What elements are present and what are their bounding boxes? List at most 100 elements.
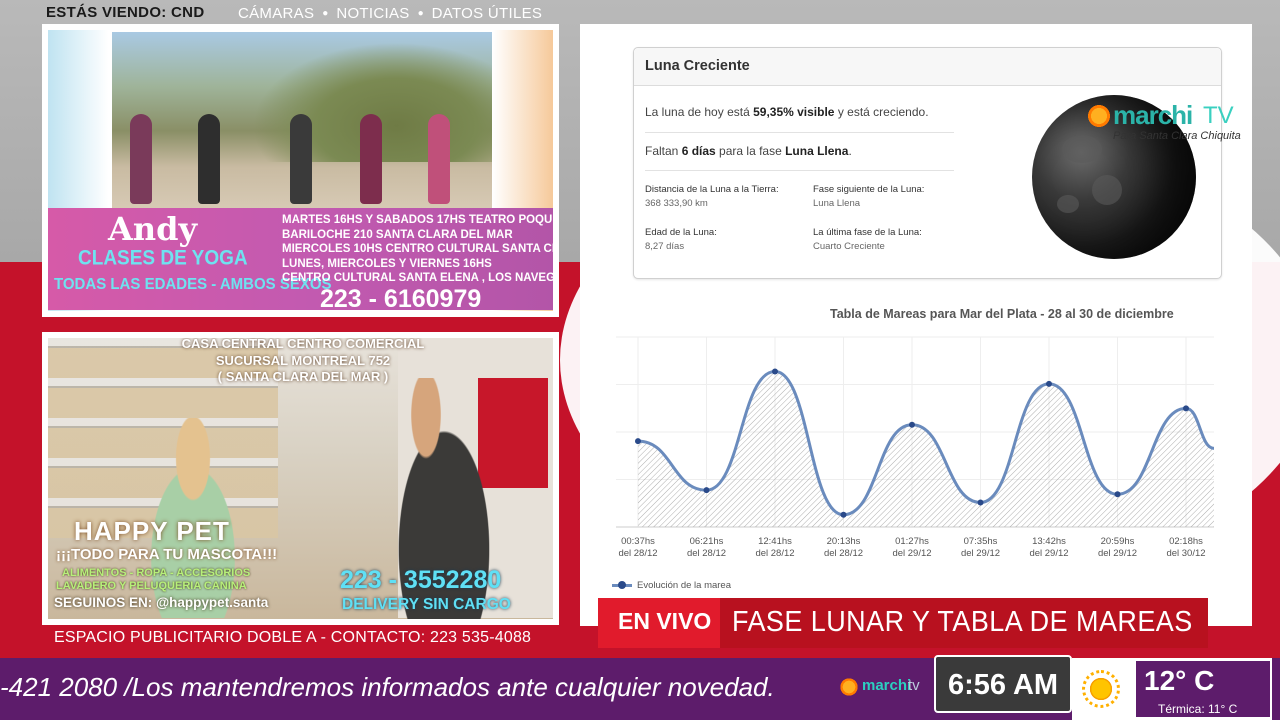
tide-point: [840, 511, 847, 518]
tide-point: [1046, 380, 1052, 387]
header-line: SUCURSAL MONTREAL 752: [215, 352, 391, 368]
schedule-line: LUNES, MIERCOLES Y VIERNES 16HS: [282, 257, 492, 270]
chart-legend[interactable]: Evolución de la marea: [612, 580, 731, 591]
tide-area: [638, 371, 1214, 527]
header-line: CASA CENTRAL CENTRO COMERCIAL: [181, 338, 425, 351]
ad-yoga-class: CLASES DE YOGA: [78, 246, 248, 270]
remaining-days: 6 días: [681, 144, 716, 158]
nav-link-camaras[interactable]: CÁMARAS: [238, 5, 314, 22]
x-tick-label: del 28/12: [687, 548, 726, 559]
ticker-logo-brand: marchi: [862, 677, 912, 694]
ad-yoga-photo: [112, 32, 492, 212]
tide-point: [909, 421, 915, 428]
ad-pet-title: HAPPY PET: [74, 516, 230, 546]
tide-chart: 00:37hsdel 28/1206:21hsdel 28/1212:41hsd…: [616, 336, 1215, 559]
logo-brand: marchi: [1113, 100, 1193, 130]
legend-swatch: [612, 581, 632, 589]
schedule-line: MIERCOLES 10HS CENTRO CULTURAL SANTA CLA…: [282, 243, 553, 255]
divider: [645, 132, 954, 133]
ad-yoga-schedule: MARTES 16HS Y SABADOS 17HS TEATRO POQUEL…: [282, 213, 553, 286]
live-badge: EN VIVO: [598, 598, 720, 648]
tide-point: [635, 438, 641, 445]
x-tick-label: 13:42hs: [1032, 536, 1066, 547]
sun-icon: [1082, 670, 1120, 708]
remaining-phase: Luna Llena: [785, 144, 849, 158]
ad-yoga-content: Andy CLASES DE YOGA TODAS LAS EDADES - A…: [48, 30, 553, 311]
detail-label: Edad de la Luna:: [645, 227, 717, 238]
lower-third-title: FASE LUNAR Y TABLA DE MAREAS: [732, 606, 1193, 638]
weather-panel: 12° C Térmica: 11° C: [1136, 661, 1270, 717]
x-tick-label: del 29/12: [961, 548, 1000, 559]
moon-card-header: Luna Creciente: [634, 48, 1221, 86]
clock: 6:56 AM: [934, 655, 1072, 713]
ad-pet-subtitle: ¡¡¡TODO PARA TU MASCOTA!!!: [56, 546, 278, 563]
ticker-logo-tv: tv: [908, 677, 920, 694]
ad-yoga-phone: 223 - 6160979: [320, 285, 482, 311]
lower-third: EN VIVO FASE LUNAR Y TABLA DE MAREAS: [598, 598, 1208, 648]
x-tick-label: 06:21hs: [690, 536, 724, 547]
nav-links: CÁMARAS ● NOTICIAS ● DATOS ÚTILES: [238, 5, 542, 22]
x-tick-label: del 29/12: [1098, 548, 1137, 559]
logo-tv: TV: [1203, 102, 1234, 129]
x-tick-label: 01:27hs: [895, 536, 929, 547]
tide-point: [1183, 405, 1189, 412]
remaining-suffix: .: [848, 144, 852, 158]
x-tick-label: 02:18hs: [1169, 536, 1203, 547]
ad-pet-header: CASA CENTRAL CENTRO COMERCIAL SUCURSAL M…: [178, 338, 428, 386]
moon-remaining: Faltan 6 días para la fase Luna Llena.: [645, 144, 852, 158]
temperature: 12° C: [1144, 665, 1215, 696]
moon-phase-title: Luna Creciente: [645, 58, 750, 74]
yoga-person: [360, 114, 382, 204]
weather-widget: 12° C Térmica: 11° C: [1072, 658, 1272, 720]
ad-pet-content: CASA CENTRAL CENTRO COMERCIAL SUCURSAL M…: [48, 338, 553, 619]
schedule-line: CENTRO CULTURAL SANTA ELENA , LOS NAVEGA…: [282, 272, 553, 284]
nav-separator: ●: [322, 8, 329, 19]
x-tick-label: 20:59hs: [1101, 536, 1135, 547]
clock-time: 6:56 AM: [947, 669, 1059, 701]
feels-like: Térmica: 11° C: [1158, 702, 1238, 716]
marchi-tv-logo: marchi TV Para Santa Clara Chiquita: [1085, 98, 1241, 148]
detail-value: Cuarto Creciente: [813, 241, 885, 252]
nav-link-noticias[interactable]: NOTICIAS: [336, 5, 409, 22]
now-watching-label: ESTÁS VIENDO: CND: [46, 4, 205, 21]
x-tick-label: del 28/12: [755, 548, 794, 559]
yoga-person: [198, 114, 220, 204]
tide-point: [772, 368, 778, 375]
ad-pet-services: LAVADERO Y PELUQUERIA CANINA: [56, 580, 247, 592]
detail-value: Luna Llena: [813, 198, 861, 209]
top-nav: ESTÁS VIENDO: CND CÁMARAS ● NOTICIAS ● D…: [0, 0, 1280, 26]
x-tick-label: del 29/12: [892, 548, 931, 559]
nav-link-datos-utiles[interactable]: DATOS ÚTILES: [432, 5, 543, 22]
ad-pet-social: SEGUINOS EN: @happypet.santa: [54, 595, 269, 610]
yoga-person: [428, 114, 450, 204]
moon-visibility: La luna de hoy está 59,35% visible y est…: [645, 105, 929, 119]
visibility-value: 59,35% visible: [753, 105, 835, 119]
ad-pet-delivery: DELIVERY SIN CARGO: [342, 596, 511, 613]
detail-value: 368 333,90 km: [645, 198, 708, 209]
ad-yoga-name: Andy: [108, 210, 198, 248]
detail-label: La última fase de la Luna:: [813, 227, 922, 238]
detail-label: Distancia de la Luna a la Tierra:: [645, 184, 779, 195]
sun-logo-icon: [1085, 102, 1113, 130]
x-tick-label: 12:41hs: [758, 536, 792, 547]
ad-yoga: Andy CLASES DE YOGA TODAS LAS EDADES - A…: [42, 24, 559, 317]
x-tick-label: del 28/12: [824, 548, 863, 559]
schedule-line: BARILOCHE 210 SANTA CLARA DEL MAR: [282, 228, 513, 241]
visibility-prefix: La luna de hoy está: [645, 105, 754, 119]
tide-point: [977, 499, 984, 506]
schedule-line: MARTES 16HS Y SABADOS 17HS TEATRO POQUEL…: [282, 214, 553, 226]
x-tick-label: 00:37hs: [621, 536, 655, 547]
tide-point: [1114, 491, 1121, 498]
visibility-suffix: y está creciendo.: [834, 105, 929, 119]
yoga-person: [290, 114, 312, 204]
detail-value: 8,27 días: [645, 241, 685, 252]
detail-label: Fase siguiente de la Luna:: [813, 184, 925, 195]
x-tick-label: 07:35hs: [964, 536, 998, 547]
x-tick-label: del 29/12: [1029, 548, 1068, 559]
remaining-mid: para la fase: [715, 144, 786, 158]
legend-label: Evolución de la marea: [637, 580, 731, 591]
moon-phase-card: Luna Creciente La luna de hoy está 59,35…: [633, 47, 1222, 279]
ticker-text: -421 2080 /Los mantendremos informados a…: [0, 672, 775, 702]
ad-footer: ESPACIO PUBLICITARIO DOBLE A - CONTACTO:…: [54, 629, 532, 646]
moon-crater: [1057, 195, 1079, 213]
